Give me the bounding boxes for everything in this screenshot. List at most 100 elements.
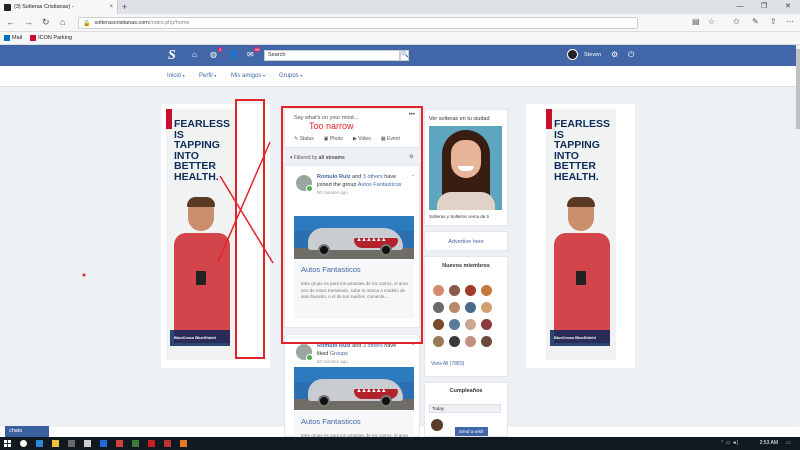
member-avatar[interactable]: [433, 302, 444, 313]
member-avatar[interactable]: [465, 319, 476, 330]
view-all-members-link[interactable]: View All (7883): [431, 361, 464, 367]
tab-status[interactable]: ✎ Status: [294, 136, 314, 142]
page-scrollbar[interactable]: [796, 45, 800, 427]
left-ad-banner[interactable]: FEARLESS IS TAPPING INTO BETTER HEALTH. …: [166, 109, 236, 360]
composer-menu-icon[interactable]: •••: [409, 112, 415, 118]
member-avatar[interactable]: [449, 319, 460, 330]
post-options-icon[interactable]: ⌄: [411, 172, 415, 178]
url-path: /index.php/home: [148, 20, 190, 26]
url-bar[interactable]: 🔒 solterascristianas.com/index.php/home: [78, 17, 638, 29]
acrobat-icon[interactable]: [164, 440, 171, 447]
favorites-hub-icon[interactable]: ✩: [733, 17, 740, 26]
back-icon[interactable]: ←: [6, 17, 15, 27]
member-avatar[interactable]: [433, 319, 444, 330]
group-link[interactable]: Autos Fantasticos: [358, 182, 402, 188]
member-avatar[interactable]: [465, 302, 476, 313]
member-avatar[interactable]: [465, 336, 476, 347]
stream-filter[interactable]: ▾ Filtered by all streams: [290, 155, 345, 161]
member-avatar[interactable]: [481, 336, 492, 347]
close-window-button[interactable]: ✕: [776, 0, 800, 14]
nav-grupos[interactable]: Grupos ▾: [279, 73, 302, 79]
member-avatar[interactable]: [481, 302, 492, 313]
others-link[interactable]: 3 others: [363, 174, 383, 180]
notifications-icon[interactable]: ▭: [786, 440, 791, 446]
home-nav-icon[interactable]: ⌂: [192, 50, 197, 59]
user-avatar[interactable]: [567, 49, 578, 60]
notes-icon[interactable]: ✎: [752, 17, 759, 26]
favorite-star-icon[interactable]: ☆: [708, 17, 715, 26]
caret-down-icon: ▾: [300, 73, 303, 78]
bookmark-icon-parking[interactable]: ICON Parking: [30, 35, 72, 41]
system-tray-icons[interactable]: ⌃ ▭ ◄): [720, 440, 738, 446]
forward-icon[interactable]: →: [24, 17, 33, 27]
file-explorer-icon[interactable]: [52, 440, 59, 447]
cortana-icon[interactable]: [20, 440, 27, 447]
more-menu-icon[interactable]: ⋯: [786, 17, 794, 26]
site-logo[interactable]: S: [168, 48, 176, 64]
edge-icon[interactable]: [36, 440, 43, 447]
filter-settings-icon[interactable]: ⚙: [409, 154, 413, 160]
nav-perfil[interactable]: Perfil ▾: [199, 73, 216, 79]
chrome-icon[interactable]: [116, 440, 123, 447]
tab-event[interactable]: ▦ Event: [381, 136, 400, 142]
new-tab-button[interactable]: +: [122, 2, 127, 12]
advertise-link[interactable]: Advertise here: [424, 231, 508, 251]
group-link[interactable]: Groups: [330, 351, 348, 357]
post-options-icon[interactable]: ⌄: [411, 341, 415, 347]
search-input[interactable]: Search: [264, 50, 400, 61]
profile-photo[interactable]: [429, 126, 502, 210]
logout-icon[interactable]: ⏻: [628, 50, 634, 60]
settings-gear-icon[interactable]: ⚙: [611, 50, 618, 59]
birthday-avatar[interactable]: [431, 419, 443, 431]
tab-video[interactable]: ▶ Video: [353, 136, 371, 142]
group-cover-image[interactable]: ▲▲▲▲▲▲: [294, 367, 414, 410]
scrollbar-thumb[interactable]: [796, 49, 800, 129]
maximize-button[interactable]: ❐: [752, 0, 776, 14]
bookmarks-bar: Mail ICON Parking: [0, 32, 800, 45]
member-avatar[interactable]: [433, 336, 444, 347]
group-cover-image[interactable]: ▲▲▲▲▲▲: [294, 216, 414, 259]
group-title[interactable]: Autos Fantasticos: [301, 265, 361, 274]
share-icon[interactable]: ⇪: [770, 17, 777, 26]
member-avatar[interactable]: [449, 302, 460, 313]
app-icon[interactable]: [180, 440, 187, 447]
store-icon[interactable]: [68, 440, 75, 447]
send-wish-button[interactable]: Send a wish: [455, 427, 488, 436]
excel-icon[interactable]: [132, 440, 139, 447]
chats-tab[interactable]: chats: [5, 426, 49, 437]
member-avatar[interactable]: [481, 319, 492, 330]
minimize-button[interactable]: —: [728, 0, 752, 14]
author-link[interactable]: Romulo Ruiz: [317, 174, 351, 180]
group-preview[interactable]: Autos Fantasticos Este grupo es para los…: [294, 259, 414, 319]
tab-photo[interactable]: ▣ Photo: [324, 136, 343, 142]
right-ad-banner[interactable]: FEARLESS IS TAPPING INTO BETTER HEALTH. …: [546, 109, 616, 360]
username[interactable]: Steven: [584, 52, 601, 58]
home-icon[interactable]: ⌂: [60, 17, 65, 27]
group-title[interactable]: Autos Fantasticos: [301, 417, 361, 426]
friends-icon[interactable]: 👤: [229, 50, 239, 59]
nav-inicio[interactable]: Inicio ▾: [167, 73, 185, 79]
taskbar-clock[interactable]: 2:53 AM: [760, 440, 778, 446]
author-avatar[interactable]: [296, 344, 313, 361]
word-icon[interactable]: [100, 440, 107, 447]
member-avatar[interactable]: [465, 285, 476, 296]
member-avatar[interactable]: [449, 336, 460, 347]
globe-notifications-icon[interactable]: ◍: [210, 50, 217, 59]
calculator-icon[interactable]: [84, 440, 91, 447]
search-button[interactable]: 🔍: [400, 50, 409, 61]
refresh-icon[interactable]: ↻: [42, 17, 50, 28]
author-avatar[interactable]: [296, 175, 313, 192]
reading-view-icon[interactable]: ▤: [692, 17, 700, 26]
others-link[interactable]: 3 others: [363, 343, 383, 349]
author-link[interactable]: Romulo Ruiz: [317, 343, 351, 349]
member-avatar[interactable]: [481, 285, 492, 296]
messages-icon[interactable]: ✉: [247, 50, 254, 59]
member-avatar[interactable]: [433, 285, 444, 296]
close-tab-icon[interactable]: ×: [109, 4, 113, 10]
bookmark-mail[interactable]: Mail: [4, 35, 22, 41]
browser-tab[interactable]: (3) Solteras Cristianas) - ×: [0, 0, 118, 14]
nav-mis-amigos[interactable]: Mis amigos ▾: [231, 73, 265, 79]
windows-start-icon[interactable]: [4, 440, 11, 447]
filezilla-icon[interactable]: [148, 440, 155, 447]
member-avatar[interactable]: [449, 285, 460, 296]
